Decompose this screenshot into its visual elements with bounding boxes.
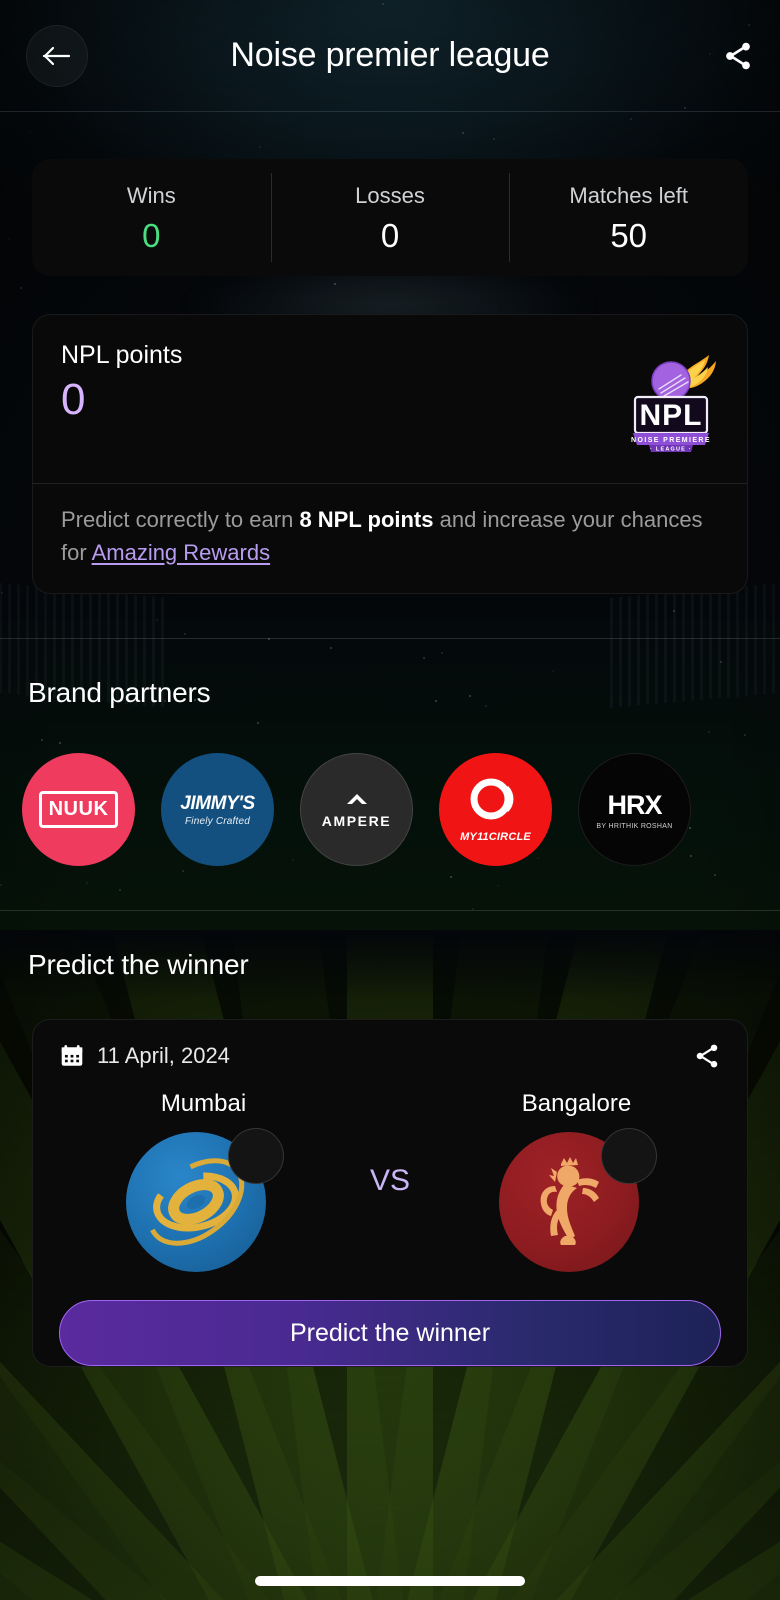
npl-logo-banner-bottom: · LEAGUE · <box>650 447 692 453</box>
match-teams: Mumbai VS Bangalore <box>59 1090 721 1273</box>
npl-logo-icon: NPL NOISE PREMIERE · LEAGUE · <box>631 355 716 453</box>
partner-hrx[interactable]: HRX BY HRITHIK ROSHAN <box>578 753 691 867</box>
partner-logo-sublabel: Finely Crafted <box>184 815 251 827</box>
npl-card-text: NPL points 0 <box>61 341 623 422</box>
team-name: Bangalore <box>521 1090 632 1118</box>
stat-value: 50 <box>610 217 648 254</box>
partner-my11circle[interactable]: MY11CIRCLE <box>439 753 552 867</box>
app-root: Noise premier league Wins 0 Losses 0 Mat… <box>0 0 780 1600</box>
match-date-text: 11 April, 2024 <box>97 1043 230 1069</box>
npl-points-label: NPL points <box>61 341 183 369</box>
partner-logo-label: NUUK <box>38 791 119 829</box>
stat-matches-left: Matches left 50 <box>509 159 748 276</box>
npl-points-value: 0 <box>61 375 86 424</box>
match-card: 11 April, 2024 Mumbai VS Bangalore Predi… <box>32 1019 748 1368</box>
partner-logo-label: AMPERE <box>321 813 392 830</box>
team-name: Mumbai <box>160 1090 247 1118</box>
amazing-rewards-link[interactable]: Amazing Rewards <box>92 540 271 565</box>
chevron-up-icon <box>346 794 367 805</box>
team-logo-wrap <box>125 1128 284 1273</box>
team-logo-wrap <box>498 1128 657 1273</box>
npl-logo: NPL NOISE PREMIERE · LEAGUE · <box>623 345 719 453</box>
brand-partners-title: Brand partners <box>28 677 211 709</box>
back-button[interactable] <box>26 24 88 87</box>
share-icon <box>696 1044 718 1068</box>
npl-points-card: NPL points 0 NPL NOISE PREMIERE · LEAGUE… <box>32 314 748 595</box>
arrow-left-icon <box>42 46 71 65</box>
partner-logo-label: JIMMY'S <box>180 792 255 814</box>
match-share-button[interactable] <box>693 1042 721 1070</box>
match-date: 11 April, 2024 <box>59 1043 230 1069</box>
predict-the-winner-button[interactable]: Predict the winner <box>59 1300 721 1367</box>
npl-logo-banner-top: NOISE PREMIERE <box>631 437 711 444</box>
npl-note-highlight: 8 NPL points <box>299 507 434 532</box>
stat-wins: Wins 0 <box>32 159 271 276</box>
match-card-header: 11 April, 2024 <box>59 1042 721 1070</box>
mumbai-pick-toggle[interactable] <box>227 1128 284 1185</box>
stat-label: Wins <box>126 183 176 208</box>
stat-value: 0 <box>380 217 400 254</box>
vs-label: VS <box>369 1164 411 1198</box>
npl-note-prefix: Predict correctly to earn <box>61 507 300 532</box>
svg-text:NPL: NPL <box>640 399 703 432</box>
npl-note: Predict correctly to earn 8 NPL points a… <box>61 504 719 569</box>
home-indicator <box>255 1576 525 1586</box>
stat-label: Losses <box>355 183 425 208</box>
stat-losses: Losses 0 <box>270 159 510 276</box>
npl-card-bottom: Predict correctly to earn 8 NPL points a… <box>33 484 747 593</box>
bangalore-pick-toggle[interactable] <box>600 1128 657 1185</box>
calendar-icon <box>61 1045 83 1066</box>
page-title: Noise premier league <box>230 36 550 74</box>
header-share-button[interactable] <box>722 40 754 72</box>
brand-partners-carousel[interactable]: NUUK JIMMY'S Finely Crafted AMPERE MY11C… <box>0 709 780 867</box>
partner-jimmys[interactable]: JIMMY'S Finely Crafted <box>161 753 274 867</box>
partner-logo-sublabel: BY HRITHIK ROSHAN <box>596 822 673 830</box>
share-icon <box>726 42 750 69</box>
partner-nuuk[interactable]: NUUK <box>22 753 135 867</box>
stat-label: Matches left <box>569 183 688 208</box>
partner-logo-label: MY11CIRCLE <box>460 830 531 843</box>
predict-section-title: Predict the winner <box>28 949 249 981</box>
team-mumbai[interactable]: Mumbai <box>59 1090 348 1273</box>
stat-value: 0 <box>142 217 161 254</box>
stats-card: Wins 0 Losses 0 Matches left 50 <box>32 159 748 276</box>
partner-ampere[interactable]: AMPERE <box>300 753 413 867</box>
team-bangalore[interactable]: Bangalore <box>432 1090 721 1273</box>
partner-logo-label: HRX <box>607 789 662 820</box>
my11circle-mark-icon <box>470 778 513 820</box>
app-header: Noise premier league <box>0 0 780 112</box>
npl-card-top: NPL points 0 NPL NOISE PREMIERE · LEAGUE… <box>33 315 747 483</box>
